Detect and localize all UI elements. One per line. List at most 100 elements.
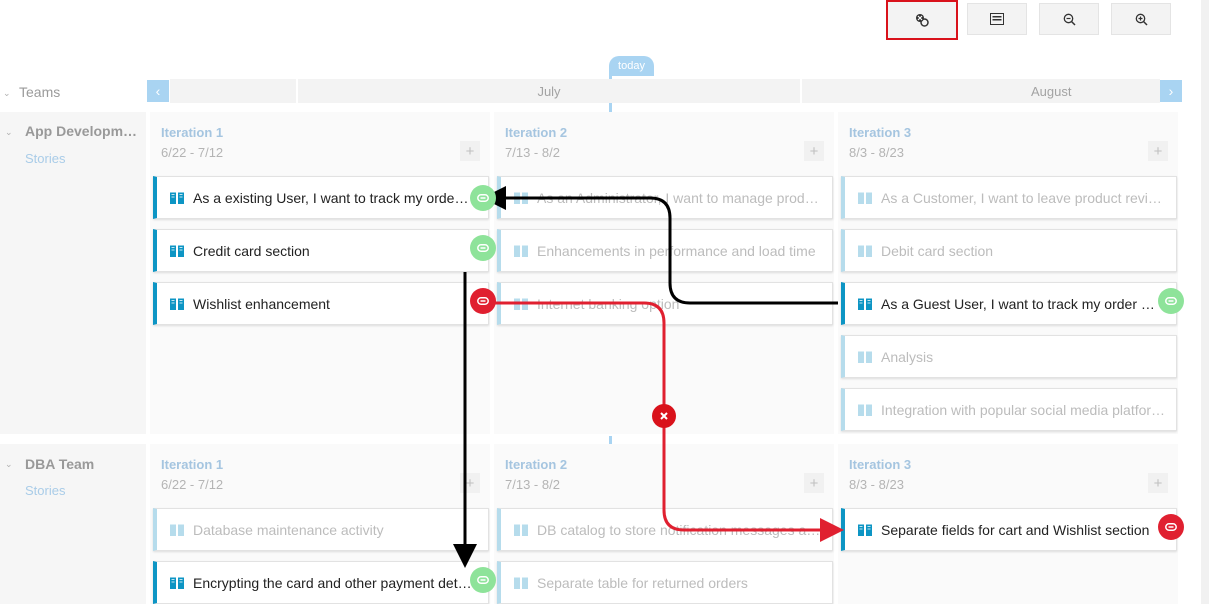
iteration-dates: 8/3 - 8/23 — [849, 145, 904, 160]
timeline-spacer — [170, 79, 296, 103]
team-work-type: Stories — [25, 151, 66, 166]
add-card-button[interactable]: + — [1148, 141, 1168, 161]
card-title: As an Administrator, I want to manage pr… — [537, 189, 822, 206]
zoom-in-icon — [1135, 13, 1148, 26]
delete-dependency-icon[interactable] — [652, 404, 676, 428]
story-card[interactable]: As a existing User, I want to track my o… — [153, 176, 489, 219]
story-card[interactable]: As an Administrator, I want to manage pr… — [497, 176, 833, 219]
card-title: As a existing User, I want to track my o… — [193, 189, 473, 206]
card-title: Separate table for returned orders — [537, 574, 748, 591]
dependency-view-button[interactable] — [886, 0, 958, 40]
teams-collapse-icon[interactable]: ⌄ — [3, 88, 11, 99]
card-view-button[interactable] — [967, 3, 1027, 35]
link-error-icon[interactable] — [1158, 514, 1184, 540]
link-icon[interactable] — [470, 235, 496, 261]
card-view-icon — [990, 13, 1004, 25]
zoom-out-button[interactable] — [1039, 3, 1099, 35]
card-title: Database maintenance activity — [193, 521, 384, 538]
zoom-in-button[interactable] — [1111, 3, 1171, 35]
iteration-dates: 6/22 - 7/12 — [161, 477, 224, 492]
story-card[interactable]: Separate fields for cart and Wishlist se… — [841, 508, 1177, 551]
book-icon — [858, 298, 872, 310]
card-title: Integration with popular social media pl… — [881, 401, 1166, 418]
card-title: As a Customer, I want to leave product r… — [881, 189, 1166, 206]
book-icon — [514, 192, 528, 204]
today-marker: today — [609, 56, 654, 76]
link-icon[interactable] — [470, 185, 496, 211]
iteration-title: Iteration 3 — [849, 457, 912, 472]
today-line — [609, 436, 612, 444]
iteration-dates: 7/13 - 8/2 — [505, 477, 560, 492]
link-icon[interactable] — [470, 567, 496, 593]
iteration-dates: 6/22 - 7/12 — [161, 145, 224, 160]
book-icon — [514, 245, 528, 257]
dependency-view-icon — [916, 14, 929, 27]
book-icon — [514, 524, 528, 536]
card-title: Encrypting the card and other payment de… — [193, 574, 473, 591]
story-card[interactable]: Analysis — [841, 335, 1177, 378]
book-icon — [170, 192, 184, 204]
story-card[interactable]: Integration with popular social media pl… — [841, 388, 1177, 431]
add-card-button[interactable]: + — [460, 473, 480, 493]
iteration-column — [838, 112, 1178, 434]
book-icon — [858, 524, 872, 536]
team-lane-side — [0, 112, 146, 434]
iteration-title: Iteration 2 — [505, 125, 568, 140]
timeline-prev-button[interactable]: ‹ — [147, 80, 169, 102]
team-collapse-icon[interactable]: ⌄ — [5, 127, 13, 138]
iteration-column — [494, 112, 834, 434]
timeline-next-button[interactable]: › — [1160, 80, 1182, 102]
link-icon[interactable] — [1158, 288, 1184, 314]
team-work-type: Stories — [25, 483, 66, 498]
story-card[interactable]: DB catalog to store notification message… — [497, 508, 833, 551]
book-icon — [858, 245, 872, 257]
add-card-button[interactable]: + — [804, 473, 824, 493]
card-title: Debit card section — [881, 242, 994, 259]
iteration-title: Iteration 2 — [505, 457, 568, 472]
iteration-title: Iteration 1 — [161, 125, 224, 140]
book-icon — [858, 404, 872, 416]
card-title: Enhancements in performance and load tim… — [537, 242, 816, 259]
teams-header: Teams — [19, 84, 61, 100]
iteration-title: Iteration 3 — [849, 125, 912, 140]
month-july: July — [298, 79, 800, 103]
iteration-column — [150, 112, 490, 434]
story-card[interactable]: Internet banking option — [497, 282, 833, 325]
card-title: Separate fields for cart and Wishlist se… — [881, 521, 1150, 538]
link-error-icon[interactable] — [470, 288, 496, 314]
vertical-scrollbar[interactable] — [1201, 0, 1209, 604]
team-name: DBA Team — [25, 456, 95, 472]
card-title: DB catalog to store notification message… — [537, 521, 822, 538]
book-icon — [858, 351, 872, 363]
story-card[interactable]: As a Guest User, I want to track my orde… — [841, 282, 1177, 325]
story-card[interactable]: Wishlist enhancement — [153, 282, 489, 325]
book-icon — [170, 577, 184, 589]
zoom-out-icon — [1063, 13, 1076, 26]
card-title: Wishlist enhancement — [193, 295, 330, 312]
team-name: App Development — [25, 123, 140, 139]
story-card[interactable]: Debit card section — [841, 229, 1177, 272]
book-icon — [170, 245, 184, 257]
story-card[interactable]: Database maintenance activity — [153, 508, 489, 551]
add-card-button[interactable]: + — [460, 141, 480, 161]
add-card-button[interactable]: + — [804, 141, 824, 161]
card-title: Credit card section — [193, 242, 310, 259]
add-card-button[interactable]: + — [1148, 473, 1168, 493]
card-title: Analysis — [881, 348, 934, 365]
book-icon — [170, 298, 184, 310]
iteration-title: Iteration 1 — [161, 457, 224, 472]
story-card[interactable]: Enhancements in performance and load tim… — [497, 229, 833, 272]
team-collapse-icon[interactable]: ⌄ — [5, 459, 13, 470]
card-title: As a Guest User, I want to track my orde… — [881, 295, 1163, 312]
story-card[interactable]: Credit card section — [153, 229, 489, 272]
iteration-dates: 8/3 - 8/23 — [849, 477, 904, 492]
book-icon — [514, 577, 528, 589]
story-card[interactable]: Separate table for returned orders — [497, 561, 833, 604]
iteration-dates: 7/13 - 8/2 — [505, 145, 560, 160]
story-card[interactable]: Encrypting the card and other payment de… — [153, 561, 489, 604]
story-card[interactable]: As a Customer, I want to leave product r… — [841, 176, 1177, 219]
card-title: Internet banking option — [537, 295, 680, 312]
book-icon — [858, 192, 872, 204]
book-icon — [170, 524, 184, 536]
month-august: August — [802, 79, 1160, 103]
